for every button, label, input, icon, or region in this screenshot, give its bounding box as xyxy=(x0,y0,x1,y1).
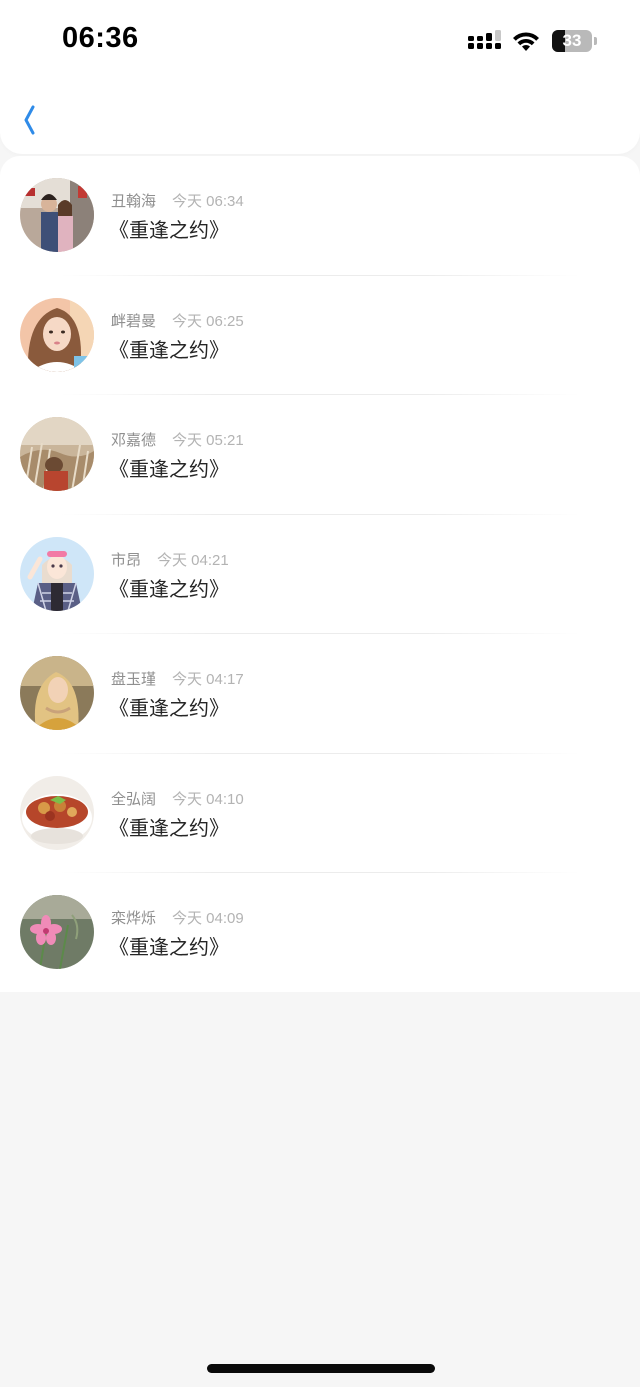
sender-name: 衅碧曼 xyxy=(111,311,157,330)
blonde-girl-photo xyxy=(20,656,94,730)
message-text: 《重逢之约》 xyxy=(109,935,229,959)
battery-tip xyxy=(594,37,597,45)
list-item[interactable]: 市昂 今天 04:21 《重逢之约》 xyxy=(0,515,640,634)
list-item[interactable]: 栾烨烁 今天 04:09 《重逢之约》 xyxy=(0,873,640,993)
message-time: 今天 06:25 xyxy=(172,312,244,330)
battery-icon: 33 xyxy=(552,30,598,54)
sender-name: 盘玉瑾 xyxy=(111,670,157,688)
status-bar: 06:36 33 xyxy=(0,0,640,80)
avatar[interactable] xyxy=(20,536,94,611)
list-item[interactable]: 盘玉瑾 今天 04:17 《重逢之约》 xyxy=(0,634,640,754)
message-text: 《重逢之约》 xyxy=(109,576,229,601)
message-text: 《重逢之约》 xyxy=(109,337,229,362)
sender-name: 邓嘉德 xyxy=(111,431,157,449)
chevron-left-icon xyxy=(24,105,35,135)
sender-name: 栾烨烁 xyxy=(111,909,157,927)
message-time: 今天 04:17 xyxy=(172,671,244,688)
message-time: 今天 06:34 xyxy=(172,193,244,210)
battery-level-label: 33 xyxy=(562,31,582,50)
back-button[interactable] xyxy=(18,100,52,140)
avatar[interactable] xyxy=(20,417,94,491)
sender-name: 全弘阔 xyxy=(111,789,157,808)
message-time: 今天 05:21 xyxy=(172,432,244,449)
message-text: 《重逢之约》 xyxy=(109,218,229,242)
message-text: 《重逢之约》 xyxy=(109,457,229,481)
item-meta: 衅碧曼 今天 06:25 xyxy=(111,310,244,331)
sender-name: 丑翰海 xyxy=(111,192,157,210)
pink-flower-photo xyxy=(20,895,94,969)
item-meta: 邓嘉德 今天 05:21 xyxy=(111,429,244,450)
home-indicator[interactable] xyxy=(207,1364,435,1373)
list-item[interactable]: 丑翰海 今天 06:34 《重逢之约》 xyxy=(0,156,640,276)
item-meta: 盘玉瑾 今天 04:17 xyxy=(111,668,244,689)
couple-street-photo xyxy=(20,178,94,252)
message-time: 今天 04:10 xyxy=(172,790,244,808)
item-meta: 全弘阔 今天 04:10 xyxy=(111,788,244,809)
person-in-grass-photo xyxy=(20,417,94,491)
item-meta: 市昂 今天 04:21 xyxy=(111,549,229,570)
item-meta: 丑翰海 今天 06:34 xyxy=(111,190,244,211)
cellular-signal-icon xyxy=(468,30,501,49)
food-bowl-photo xyxy=(20,775,94,850)
avatar[interactable] xyxy=(20,656,94,730)
message-list: 丑翰海今天 06:34 《重逢之约》 衅碧曼今天 06:25 《重逢之约》 xyxy=(0,156,640,992)
girl-selfie-photo xyxy=(20,297,94,372)
sender-name: 市昂 xyxy=(111,550,142,569)
status-time: 06:36 xyxy=(62,22,139,54)
list-item[interactable]: 全弘阔 今天 04:10 《重逢之约》 xyxy=(0,754,640,873)
anime-girl-illustration xyxy=(20,536,94,611)
message-text: 《重逢之约》 xyxy=(109,696,229,720)
wifi-icon xyxy=(513,32,539,51)
nav-bar xyxy=(0,80,640,154)
message-time: 今天 04:21 xyxy=(157,551,229,569)
list-item[interactable]: 衅碧曼 今天 06:25 《重逢之约》 xyxy=(0,276,640,395)
item-meta: 栾烨烁 今天 04:09 xyxy=(111,907,244,928)
message-text: 《重逢之约》 xyxy=(109,815,229,840)
avatar[interactable] xyxy=(20,895,94,969)
avatar[interactable] xyxy=(20,297,94,372)
avatar[interactable] xyxy=(20,178,94,252)
list-item[interactable]: 邓嘉德 今天 05:21 《重逢之约》 xyxy=(0,395,640,515)
battery-body: 33 xyxy=(552,30,592,52)
avatar[interactable] xyxy=(20,775,94,850)
message-time: 今天 04:09 xyxy=(172,910,244,927)
